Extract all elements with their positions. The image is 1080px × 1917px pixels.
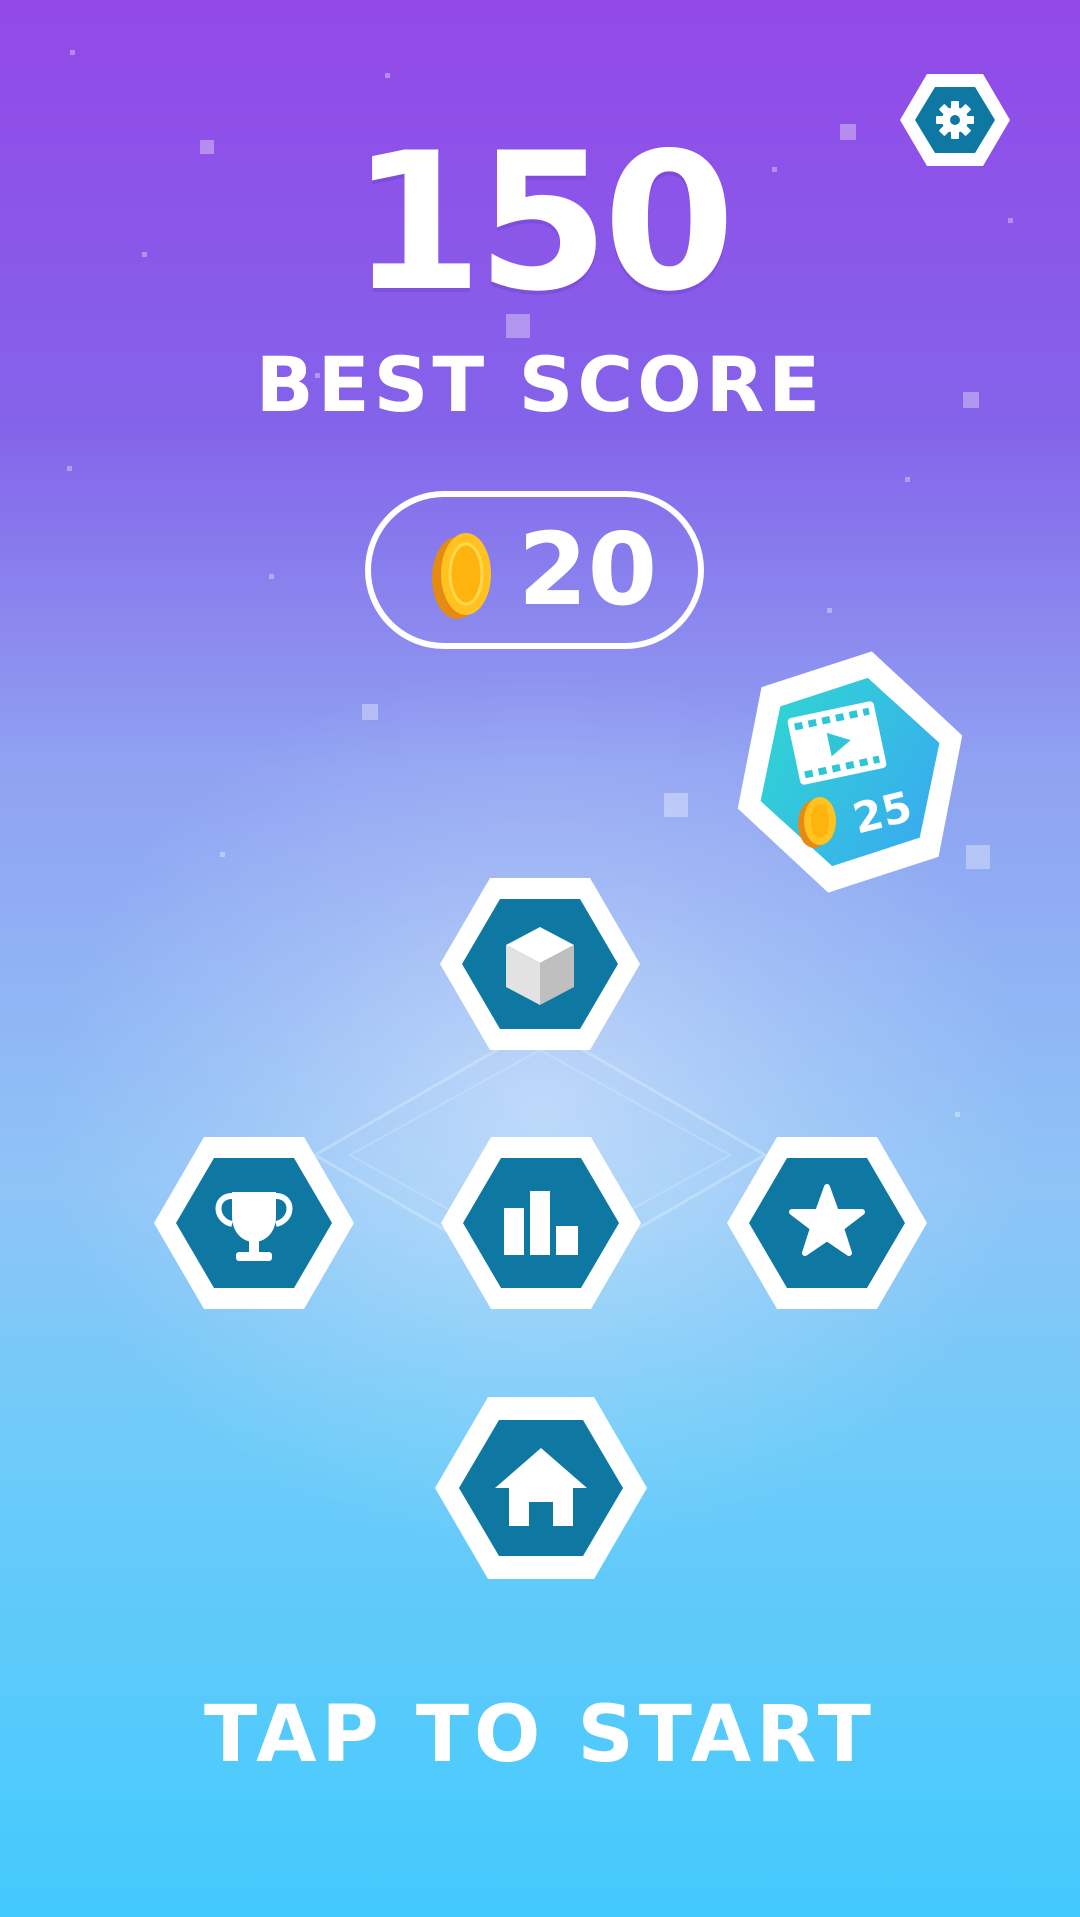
particle [664, 793, 688, 817]
particle [67, 466, 72, 471]
home-button[interactable] [435, 1396, 647, 1580]
tap-to-start-label[interactable]: TAP TO START [0, 1695, 1080, 1775]
particle [385, 73, 390, 78]
rate-button[interactable] [727, 1136, 927, 1310]
best-score-label: BEST SCORE [255, 340, 825, 429]
particle [269, 574, 274, 579]
particle [827, 608, 832, 613]
particle [955, 1112, 960, 1117]
particle [362, 704, 378, 720]
particle [220, 852, 225, 857]
shop-cube-button[interactable] [440, 877, 640, 1051]
leaderboard-button[interactable] [441, 1136, 641, 1310]
reward-video-button[interactable]: 25 [715, 645, 985, 900]
achievements-button[interactable] [154, 1136, 354, 1310]
coin-icon [432, 533, 491, 619]
particle [70, 50, 75, 55]
coin-amount: 20 [518, 511, 658, 628]
best-score-value: 150 [350, 112, 736, 333]
particle [905, 477, 910, 482]
